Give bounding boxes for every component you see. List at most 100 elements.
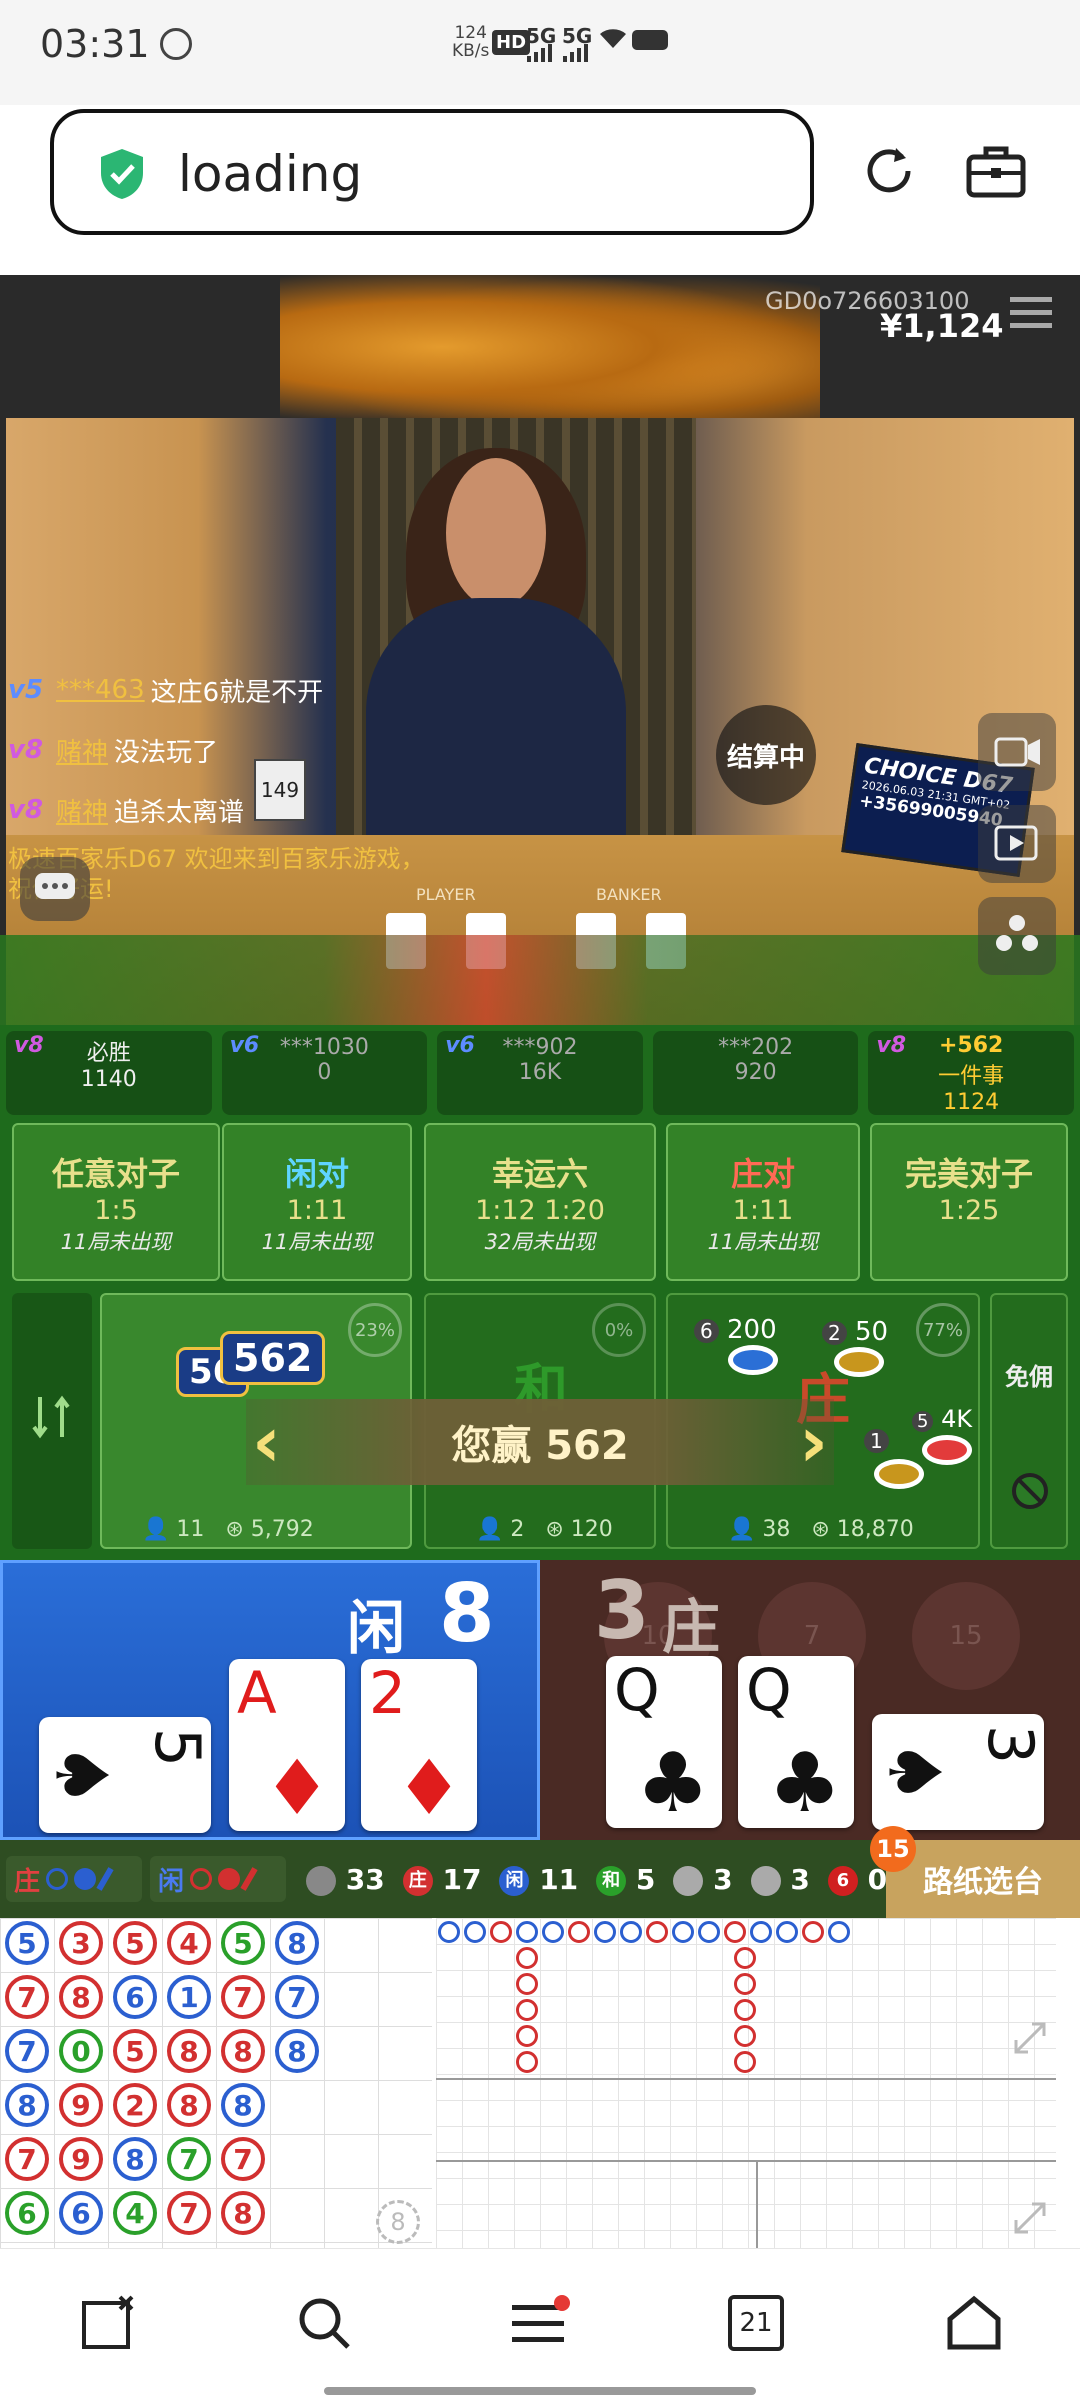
chip-stack-200: 6 200 xyxy=(694,1315,777,1345)
search-icon[interactable] xyxy=(296,2295,352,2351)
win-text: 您赢 562 xyxy=(451,1423,629,1469)
spade-icon: ♠ xyxy=(39,1742,124,1808)
chip-stack-count: 1 xyxy=(864,1429,889,1453)
player-card-3: 5 ♠ xyxy=(39,1717,214,1833)
stat-total: 33 xyxy=(306,1863,385,1896)
chip xyxy=(874,1459,924,1489)
swap-arrows-icon xyxy=(32,1395,70,1439)
stat-banker: 庄 17 xyxy=(402,1863,481,1896)
bead-road-cell: 9 xyxy=(59,2137,103,2181)
expand-icon[interactable] xyxy=(1010,2198,1050,2238)
disabled-icon xyxy=(1012,1473,1048,1509)
banker-hand: 10 7 15 3 庄 Q ♣ Q ♣ 3 ♠ xyxy=(540,1560,1080,1840)
battery-icon xyxy=(632,30,668,50)
table-count-badge: 15 xyxy=(870,1826,916,1872)
chip xyxy=(834,1347,884,1377)
side-bet-any-pair[interactable]: 任意对子 1:5 11局未出现 xyxy=(12,1123,220,1281)
bead-road-cell: 5 xyxy=(5,1921,49,1965)
home-icon[interactable] xyxy=(944,2293,1004,2353)
bet-history-toggle[interactable] xyxy=(12,1293,92,1549)
my-bet-chip: 562 xyxy=(220,1331,326,1385)
bead-road-cell: 6 xyxy=(113,1975,157,2019)
bead-road-cell: 5 xyxy=(113,2029,157,2073)
betting-area: v8 必胜 1140 v6 ***1030 0 v6 ***902 16K **… xyxy=(0,1025,1080,1560)
stat-banker-pair: 3 xyxy=(673,1863,733,1896)
player-card-2: 2 ♦ xyxy=(361,1659,477,1832)
big-road-mark xyxy=(516,2051,538,2073)
banker-card-1: Q ♣ xyxy=(606,1656,722,1831)
big-road-mark xyxy=(646,1921,668,1943)
player-card-1: A ♦ xyxy=(229,1659,345,1832)
chevron-right-icon: › xyxy=(799,1401,828,1483)
bead-road-cell: 8 xyxy=(275,2029,319,2073)
bead-road-cell: 5 xyxy=(113,1921,157,1965)
bead-road-cell: 1 xyxy=(167,1975,211,2019)
tie-bet-stats: 👤 2 ⊛ 120 xyxy=(476,1517,613,1542)
video-toggle-button[interactable] xyxy=(978,713,1056,791)
big-road-mark xyxy=(516,1973,538,1995)
big-road-marks xyxy=(436,1918,1056,2248)
side-bet-perfect-pair[interactable]: 完美对子 1:25 xyxy=(870,1123,1068,1281)
big-road-mark xyxy=(734,1947,756,1969)
scribble-overlay-bottom xyxy=(0,935,1080,1025)
player-score: 8 xyxy=(439,1567,495,1660)
bead-road-cell: 8 xyxy=(221,2029,265,2073)
new-tab-icon[interactable] xyxy=(80,2295,136,2351)
reload-icon[interactable] xyxy=(858,140,920,202)
bead-road-cell: 6 xyxy=(5,2191,49,2235)
side-bet-lucky-six[interactable]: 幸运六 1:12 1:20 32局未出现 xyxy=(424,1123,656,1281)
big-road-mark xyxy=(802,1921,824,1943)
bead-road-cell: 8 xyxy=(275,1921,319,1965)
banker-hand-label: 庄 xyxy=(662,1593,721,1661)
seated-player[interactable]: v6 ***902 16K xyxy=(437,1031,643,1115)
seated-player[interactable]: v6 ***1030 0 xyxy=(221,1031,428,1115)
bead-road-cell: 7 xyxy=(5,2137,49,2181)
bead-road-cell: 4 xyxy=(113,2191,157,2235)
tabs-button[interactable]: 21 xyxy=(728,2295,784,2351)
notification-icon xyxy=(160,28,192,60)
bead-road-cell: 8 xyxy=(59,1975,103,2019)
seated-player-self[interactable]: v8 +562 一件事 1124 xyxy=(868,1031,1074,1115)
banker-bet-stats: 👤 38 ⊛ 18,870 xyxy=(728,1517,914,1542)
banker-predict-button[interactable]: 庄 xyxy=(6,1856,142,1902)
side-bet-player-pair[interactable]: 闲对 1:11 11局未出现 xyxy=(222,1123,412,1281)
bead-road-cell: 9 xyxy=(59,2083,103,2127)
browser-toolbar: loading xyxy=(0,105,1080,275)
big-road-mark xyxy=(464,1921,486,1943)
player-predict-button[interactable]: 闲 xyxy=(150,1856,286,1902)
status-time: 03:31 xyxy=(40,22,150,66)
diamond-icon: ♦ xyxy=(395,1743,464,1832)
banker-card-2: Q ♣ xyxy=(738,1656,854,1831)
scribble-overlay xyxy=(280,275,820,427)
replay-button[interactable] xyxy=(978,805,1056,883)
bead-road-cell: 0 xyxy=(59,2029,103,2073)
player-bet-stats: 👤 11 ⊛ 5,792 xyxy=(142,1517,314,1542)
seated-player[interactable]: v8 必胜 1140 xyxy=(6,1031,212,1115)
players-button[interactable] xyxy=(978,897,1056,975)
chip xyxy=(728,1345,778,1375)
seated-player[interactable]: ***202 920 xyxy=(652,1031,859,1115)
side-bet-banker-pair[interactable]: 庄对 1:11 11局未出现 xyxy=(666,1123,860,1281)
big-road-mark xyxy=(516,1921,538,1943)
balance: ¥1,124 xyxy=(880,307,1004,345)
chip-stack-4k: 5 4K xyxy=(912,1405,972,1433)
diamond-icon: ♦ xyxy=(263,1743,332,1832)
big-road-mark xyxy=(438,1921,460,1943)
bead-road-cell: 8 xyxy=(167,2029,211,2073)
big-road-mark xyxy=(724,1921,746,1943)
big-road-mark xyxy=(828,1921,850,1943)
big-road-mark xyxy=(620,1921,642,1943)
chat-button[interactable] xyxy=(20,857,90,921)
bead-road-cell: 7 xyxy=(221,1975,265,2019)
chevron-left-icon: ‹ xyxy=(252,1401,281,1483)
network-speed: 124 KB/s xyxy=(452,23,490,61)
menu-icon[interactable] xyxy=(1010,295,1052,331)
road-stats: 33 庄 17 闲 11 和 5 3 3 6 0 xyxy=(306,1856,887,1902)
menu-icon[interactable] xyxy=(510,2295,570,2351)
toolbox-icon[interactable] xyxy=(966,143,1026,199)
address-bar[interactable]: loading xyxy=(50,109,814,235)
users-icon xyxy=(996,915,1038,951)
expand-icon[interactable] xyxy=(1010,2018,1050,2058)
bead-road-cell: 8 xyxy=(5,2083,49,2127)
commission-free-toggle[interactable]: 免佣 xyxy=(990,1293,1068,1549)
